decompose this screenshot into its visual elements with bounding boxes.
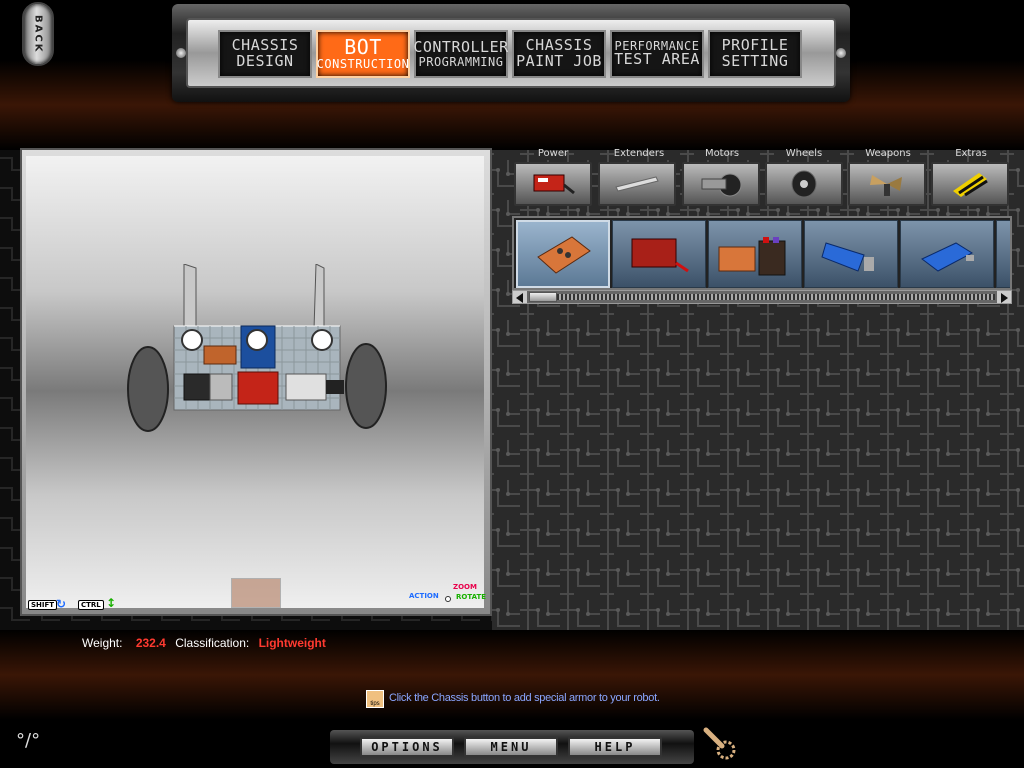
mouse-icon [445, 596, 451, 602]
selected-part-thumbnail [231, 578, 281, 608]
menu-button[interactable]: MENU [464, 737, 558, 757]
wrench-cursor-icon [703, 727, 736, 760]
category-extenders-button[interactable] [598, 162, 676, 206]
scroll-track[interactable] [557, 294, 995, 300]
extender-bar-icon [615, 176, 659, 192]
help-button[interactable]: HELP [568, 737, 662, 757]
ctrl-hint-badge: CTRL [78, 600, 104, 610]
category-label-motors: Motors [704, 148, 740, 159]
tab-label-line2: PAINT JOB [516, 52, 602, 70]
weapon-blade-icon [870, 175, 902, 196]
status-line: Weight: 232.4 Classification: Lightweigh… [82, 636, 326, 650]
action-hint-label: ACTION [409, 592, 439, 600]
category-weapons-button[interactable] [848, 162, 926, 206]
options-button[interactable]: OPTIONS [360, 737, 454, 757]
red-battery-icon [631, 238, 689, 273]
category-wheels-button[interactable] [765, 162, 843, 206]
tab-bot-construction[interactable]: BOT CONSTRUCTION [316, 30, 410, 78]
robot-viewport[interactable]: SHIFT ↻ CTRL ↕ ZOOM ACTION ROTATE [26, 156, 487, 611]
category-motors-button[interactable] [682, 162, 760, 206]
scroll-left-arrow-icon[interactable] [513, 291, 527, 303]
zoom-hint-label: ZOOM [453, 583, 477, 591]
rotate-icon: ↻ [56, 597, 67, 611]
move-vertical-icon: ↕ [106, 596, 117, 610]
motor-icon [701, 173, 742, 197]
part-item[interactable] [612, 220, 706, 288]
tab-controller-programming[interactable]: CONTROLLER PROGRAMMING [413, 30, 509, 78]
back-label: BACK [32, 14, 44, 54]
top-nav-tabs: CHASSIS DESIGN BOT CONSTRUCTION CONTROLL… [218, 30, 802, 78]
part-item[interactable] [900, 220, 994, 288]
shift-hint-badge: SHIFT [28, 600, 58, 610]
extras-stripes-icon [953, 173, 988, 197]
weight-label: Weight: [82, 636, 123, 650]
tab-label-line2: PROGRAMMING [418, 54, 504, 69]
category-label-wheels: Wheels [785, 148, 823, 159]
category-label-extenders: Extenders [613, 148, 665, 159]
battery-cells-icon [718, 237, 786, 276]
weight-value: 232.4 [135, 636, 166, 650]
tip-text: Click the Chassis button to add special … [389, 692, 660, 704]
blue-controller-icon [921, 242, 974, 272]
scroll-thumb[interactable] [529, 292, 557, 302]
tab-performance-test-area[interactable]: PERFORMANCE TEST AREA [610, 30, 704, 78]
rotate-hint-label: ROTATE [456, 593, 487, 601]
category-label-weapons: Weapons [865, 148, 911, 159]
scroll-right-arrow-icon[interactable] [997, 291, 1011, 303]
tips-icon-label: tips [370, 701, 380, 707]
tab-label-line2: SETTING [721, 52, 789, 70]
tab-label-line2: TEST AREA [614, 50, 700, 69]
robot-model[interactable] [126, 264, 388, 444]
category-extras-button[interactable] [931, 162, 1009, 206]
blue-battery-icon [821, 242, 874, 272]
part-item[interactable] [804, 220, 898, 288]
game-logo: °/° [16, 730, 41, 751]
classification-value: Lightweight [258, 636, 326, 650]
tab-profile-setting[interactable]: PROFILE SETTING [708, 30, 802, 78]
tab-label-line1: BOT [344, 35, 382, 60]
back-button[interactable]: BACK [22, 2, 54, 66]
category-label-extras: Extras [955, 148, 987, 159]
tab-chassis-paint-job[interactable]: CHASSIS PAINT JOB [512, 30, 606, 78]
tips-icon: tips [366, 690, 384, 708]
tab-label-line2: DESIGN [236, 52, 294, 70]
part-item[interactable] [996, 220, 1010, 288]
category-label-power: Power [537, 148, 569, 159]
bolt-icon [836, 48, 846, 58]
tab-chassis-design[interactable]: CHASSIS DESIGN [218, 30, 312, 78]
tab-label-line1: CONTROLLER [413, 37, 509, 56]
battery-icon [533, 174, 575, 195]
part-item[interactable] [708, 220, 802, 288]
wheel-icon [791, 170, 817, 198]
orange-battery-pack-icon [537, 236, 591, 274]
parts-carousel[interactable] [512, 216, 1012, 290]
parts-scrollbar[interactable] [512, 290, 1012, 304]
classification-label: Classification: [175, 636, 250, 650]
bolt-icon [176, 48, 186, 58]
tab-label-line2: CONSTRUCTION [316, 57, 410, 72]
category-power-button[interactable] [514, 162, 592, 206]
part-item[interactable] [516, 220, 610, 288]
